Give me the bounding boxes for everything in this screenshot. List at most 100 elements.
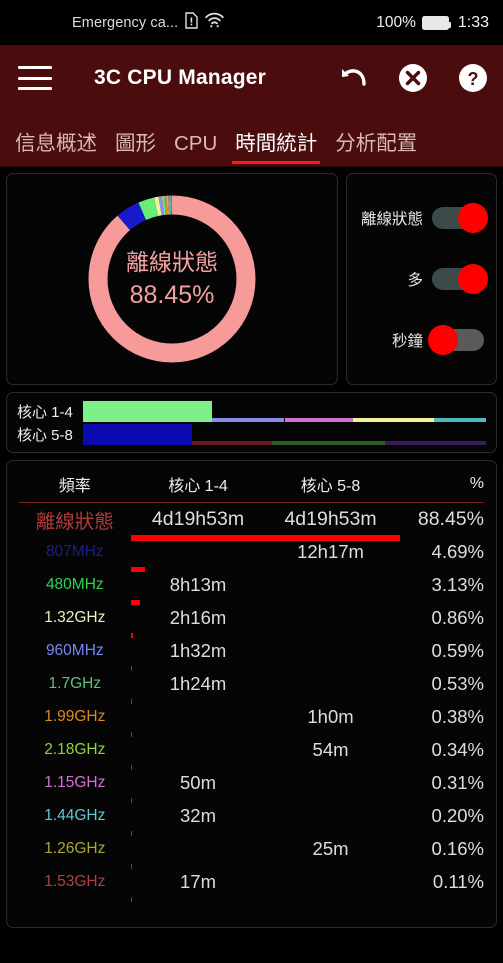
toggle-row-offline: 離線狀態 — [353, 203, 488, 234]
tab-time-stats[interactable]: 時間統計 — [226, 126, 326, 166]
tab-cpu[interactable]: CPU — [165, 132, 226, 166]
cell-core-1-4: 1h32m — [130, 635, 266, 671]
toggle-row-seconds: 秒鐘 — [353, 324, 484, 355]
table-header-row: 頻率 核心 1-4 核心 5-8 % — [19, 467, 484, 503]
close-circle-icon[interactable] — [397, 62, 429, 94]
core-row-1-4: 核心 1-4 — [17, 400, 486, 423]
col-header-frequency[interactable]: 頻率 — [19, 467, 131, 503]
core-row-5-8: 核心 5-8 — [17, 423, 486, 446]
core-usage-segment — [272, 441, 386, 445]
status-bar-left: Emergency ca... — [72, 11, 224, 34]
cell-core-1-4: 2h16m — [130, 602, 266, 638]
table-row[interactable]: 1.32GHz 2h16m 0.86% — [19, 602, 484, 638]
tab-bar: 信息概述 圖形 CPU 時間統計 分析配置 — [0, 111, 503, 167]
cell-frequency: 1.26GHz — [44, 840, 106, 857]
clock-label: 1:33 — [457, 13, 489, 31]
cell-core-5-8: 1h0m — [307, 706, 354, 727]
donut-segment — [88, 195, 256, 363]
undo-arrow-icon[interactable] — [337, 62, 369, 94]
cell-percent: 4.69% — [431, 541, 484, 562]
toggle-switch-multi[interactable] — [432, 263, 488, 294]
cell-percent: 0.34% — [431, 739, 484, 760]
page-title: 3C CPU Manager — [94, 66, 267, 89]
core-label-5-8: 核心 5-8 — [17, 427, 73, 444]
cell-frequency: 1.44GHz — [44, 807, 106, 824]
donut-chart-panel: 離線狀態 88.45% — [6, 173, 338, 385]
top-row: 離線狀態 88.45% 離線狀態 多 秒鐘 — [6, 173, 497, 385]
tab-info-overview[interactable]: 信息概述 — [6, 126, 106, 166]
cell-frequency: 1.99GHz — [44, 708, 106, 725]
col-header-core-1-4[interactable]: 核心 1-4 — [130, 467, 266, 503]
table-row[interactable]: 1.26GHz 25m 0.16% — [19, 833, 484, 869]
cell-core-5-8: 4d19h53m — [284, 507, 377, 530]
toggle-switch-offline[interactable] — [432, 203, 488, 234]
core-usage-segment — [284, 418, 353, 422]
cell-percent: 0.59% — [431, 640, 484, 661]
sim-alert-icon — [185, 11, 198, 34]
cell-percent: 88.45% — [417, 507, 484, 530]
table-head: 頻率 核心 1-4 核心 5-8 % — [19, 467, 484, 503]
cell-core-5-8 — [265, 635, 395, 668]
cell-core-5-8: 54m — [312, 739, 349, 760]
core-usage-segment — [433, 418, 486, 422]
cell-core-5-8 — [265, 800, 395, 833]
cell-core-1-4 — [130, 833, 266, 869]
table-row[interactable]: 1.44GHz 32m 0.20% — [19, 800, 484, 836]
core-usage-segment — [83, 401, 212, 422]
cell-percent: 0.20% — [431, 805, 484, 826]
tab-analysis-config[interactable]: 分析配置 — [326, 126, 426, 166]
core-label-1-4: 核心 1-4 — [17, 404, 73, 421]
table-row[interactable]: 960MHz 1h32m 0.59% — [19, 635, 484, 671]
core-usage-bar-5-8[interactable] — [83, 424, 486, 445]
frequency-table: 頻率 核心 1-4 核心 5-8 % 離線狀態 4d19h53m 4d19h53m 8… — [19, 467, 484, 902]
battery-percent-label: 100% — [376, 13, 416, 31]
cell-frequency: 1.15GHz — [44, 774, 106, 791]
wifi-icon — [205, 12, 224, 33]
cell-core-5-8 — [265, 602, 395, 635]
table-row[interactable]: 1.99GHz 1h0m 0.38% — [19, 701, 484, 737]
cell-frequency: 960MHz — [45, 642, 104, 659]
core-usage-segment — [191, 441, 273, 445]
cell-core-1-4: 17m — [130, 866, 266, 902]
cell-frequency: 480MHz — [45, 576, 104, 593]
cell-core-1-4: 1h24m — [130, 668, 266, 704]
table-row[interactable]: 1.15GHz 50m 0.31% — [19, 767, 484, 803]
toggle-switch-seconds[interactable] — [428, 324, 484, 355]
core-usage-segment — [385, 441, 486, 445]
cell-frequency: 2.18GHz — [44, 741, 106, 758]
table-row[interactable]: 離線狀態 4d19h53m 4d19h53m 88.45% — [19, 503, 484, 541]
cell-core-5-8 — [265, 668, 395, 701]
table-row[interactable]: 1.7GHz 1h24m 0.53% — [19, 668, 484, 704]
hamburger-menu-icon[interactable] — [18, 66, 52, 90]
cell-percent: 0.53% — [431, 673, 484, 694]
cell-percent: 0.16% — [431, 838, 484, 859]
donut-svg — [88, 195, 256, 363]
table-row[interactable]: 807MHz 12h17m 4.69% — [19, 536, 484, 572]
col-header-core-5-8[interactable]: 核心 5-8 — [265, 467, 396, 503]
cell-percent: 0.38% — [431, 706, 484, 727]
core-usage-segment — [83, 424, 192, 445]
table-row[interactable]: 480MHz 8h13m 3.13% — [19, 569, 484, 605]
svg-text:?: ? — [468, 69, 479, 89]
cell-core-1-4: 4d19h53m — [130, 503, 401, 541]
table-row[interactable]: 2.18GHz 54m 0.34% — [19, 734, 484, 770]
help-circle-icon[interactable]: ? — [457, 62, 489, 94]
core-usage-bar-1-4[interactable] — [83, 401, 486, 422]
toggles-panel: 離線狀態 多 秒鐘 — [346, 173, 497, 385]
cell-frequency: 807MHz — [45, 543, 104, 560]
cell-core-1-4: 50m — [130, 767, 266, 803]
carrier-label: Emergency ca... — [72, 14, 179, 31]
cell-core-1-4 — [130, 536, 266, 572]
cell-percent: 3.13% — [431, 574, 484, 595]
cell-core-1-4 — [130, 734, 266, 770]
col-header-percent[interactable]: % — [395, 467, 484, 503]
cell-core-1-4 — [130, 701, 266, 737]
core-usage-segment — [353, 418, 434, 422]
table-row[interactable]: 1.53GHz 17m 0.11% — [19, 866, 484, 902]
cell-frequency: 1.53GHz — [44, 873, 106, 890]
cell-percent: 0.11% — [432, 871, 484, 892]
tab-graph[interactable]: 圖形 — [106, 126, 165, 166]
cell-frequency: 1.7GHz — [48, 675, 102, 692]
donut-chart[interactable]: 離線狀態 88.45% — [80, 187, 264, 371]
cell-core-1-4: 8h13m — [130, 569, 266, 605]
